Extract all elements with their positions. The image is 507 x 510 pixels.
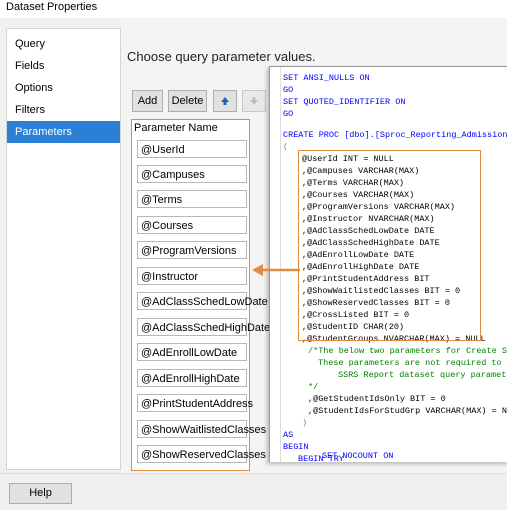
sidebar: Query Fields Options Filters Parameters: [6, 28, 121, 470]
page-heading: Choose query parameter values.: [127, 49, 316, 64]
code-line: SET QUOTED_IDENTIFIER ON: [283, 97, 406, 107]
code-line: SET NOCOUNT ON: [322, 451, 394, 461]
code-line: CREATE PROC [dbo].[Sproc_Reporting_Admis…: [283, 130, 507, 140]
window-title: Dataset Properties: [6, 1, 98, 13]
code-line: SET ANSI_NULLS ON: [283, 73, 370, 83]
left-arrow-icon: [252, 264, 300, 276]
sidebar-item-parameters[interactable]: Parameters: [7, 121, 120, 143]
code-comment: SSRS Report dataset query parameter: [338, 370, 507, 380]
footer-bar: [0, 473, 507, 510]
sidebar-item-filters[interactable]: Filters: [7, 99, 120, 121]
up-arrow-icon: [221, 97, 229, 105]
title-bar: Dataset Properties: [0, 0, 507, 18]
help-button[interactable]: Help: [9, 483, 72, 504]
code-comment: */: [308, 382, 319, 392]
add-button[interactable]: Add: [132, 90, 163, 112]
parameter-name-field[interactable]: @PrintStudentAddress: [137, 394, 253, 412]
sidebar-item-query[interactable]: Query: [7, 33, 120, 55]
column-header-parameter-name: Parameter Name: [134, 122, 218, 134]
sidebar-item-fields[interactable]: Fields: [7, 55, 120, 77]
code-comment: /*The below two parameters for Create St…: [308, 346, 507, 356]
parameter-name-field[interactable]: @AdEnrollHighDate: [137, 369, 247, 387]
down-arrow-icon: [250, 97, 258, 105]
parameter-name-field[interactable]: @Campuses: [137, 165, 247, 183]
code-line: GO: [283, 109, 294, 119]
parameter-name-field[interactable]: @AdEnrollLowDate: [137, 343, 247, 361]
parameter-name-field[interactable]: @AdClassSchedLowDate: [137, 292, 268, 310]
delete-button[interactable]: Delete: [168, 90, 207, 112]
code-comment: These parameters are not required to be: [318, 358, 507, 368]
move-up-button[interactable]: [213, 90, 237, 112]
code-line: GO: [283, 85, 294, 95]
move-down-button[interactable]: [242, 90, 266, 112]
code-line: ,@GetStudentIdsOnly BIT = 0: [308, 394, 446, 404]
parameter-name-field[interactable]: @ShowReservedClasses: [137, 445, 266, 463]
parameter-name-field[interactable]: @Terms: [137, 190, 247, 208]
parameter-highlight-box: [298, 150, 481, 341]
parameter-name-field[interactable]: @UserId: [137, 140, 247, 158]
sidebar-item-options[interactable]: Options: [7, 77, 120, 99]
code-line: (: [283, 142, 289, 152]
parameter-name-field[interactable]: @ProgramVersions: [137, 241, 247, 259]
code-line: BEGIN: [283, 442, 309, 452]
parameter-name-field[interactable]: @Courses: [137, 216, 247, 234]
parameter-name-field[interactable]: @Instructor: [137, 267, 247, 285]
parameter-name-field[interactable]: @AdClassSchedHighDate: [137, 318, 270, 336]
code-line: AS: [283, 430, 294, 440]
code-line: ,@StudentIdsForStudGrp VARCHAR(MAX) = NU…: [308, 406, 507, 416]
code-line: ): [302, 418, 308, 428]
parameter-name-field[interactable]: @ShowWaitlistedClasses: [137, 420, 266, 438]
